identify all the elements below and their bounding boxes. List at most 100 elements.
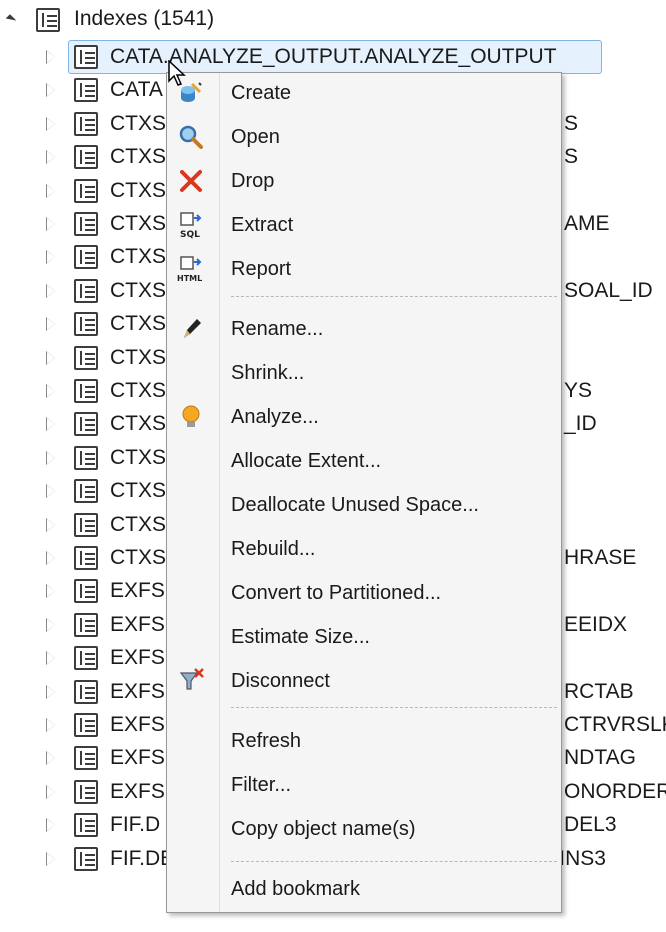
report-html-icon: HTML xyxy=(177,255,205,283)
menu-item-rebuild[interactable]: Rebuild... xyxy=(167,529,561,569)
extract-sql-icon: SQL xyxy=(177,211,205,239)
expand-arrow-icon[interactable] xyxy=(46,584,55,598)
expand-arrow-icon[interactable] xyxy=(46,284,55,298)
tree-row-label: CTXS xyxy=(110,346,167,369)
index-icon xyxy=(74,179,98,203)
expand-arrow-icon[interactable] xyxy=(46,751,55,765)
expand-arrow-icon[interactable] xyxy=(46,718,55,732)
index-icon xyxy=(74,379,98,403)
tree-row-label: CTXS xyxy=(110,245,167,268)
index-icon xyxy=(74,346,98,370)
menu-item-copy-object-name-s[interactable]: Copy object name(s) xyxy=(167,809,561,849)
tree-row-label: FIF.D xyxy=(110,813,161,836)
expand-arrow-icon[interactable] xyxy=(46,451,55,465)
context-menu: Create Open Drop SQL Extract HTML Report Rename… xyxy=(166,72,562,913)
menu-item-create[interactable]: Create xyxy=(167,73,561,113)
tree-row-label: CTXS xyxy=(110,145,167,168)
expand-arrow-icon[interactable] xyxy=(46,651,55,665)
menu-item-label: Open xyxy=(231,125,280,148)
index-icon xyxy=(74,746,98,770)
tree-row-label-tail: EEIDX xyxy=(564,613,628,636)
tree-row-label-tail: YS xyxy=(564,379,593,402)
menu-item-label: Rename... xyxy=(231,317,324,340)
menu-item-label: Refresh xyxy=(231,729,302,752)
tree-row-label-tail: AME xyxy=(564,212,610,235)
menu-item-label: Drop xyxy=(231,169,275,192)
index-icon xyxy=(74,245,98,269)
tree-row-label: CTXS xyxy=(110,212,167,235)
expand-arrow-icon[interactable] xyxy=(46,117,55,131)
expand-arrow-icon[interactable] xyxy=(46,50,55,64)
index-icon xyxy=(74,613,98,637)
index-icon xyxy=(74,446,98,470)
menu-item-label: Shrink... xyxy=(231,361,305,384)
menu-item-filter[interactable]: Filter... xyxy=(167,765,561,805)
index-icon xyxy=(74,312,98,336)
tree-row[interactable]: CATA.ANALYZE_OUTPUT.ANALYZE_OUTPUT xyxy=(0,40,666,74)
menu-item-drop[interactable]: Drop xyxy=(167,161,561,201)
expand-arrow-icon[interactable] xyxy=(46,217,55,231)
expand-arrow-icon[interactable] xyxy=(46,184,55,198)
menu-item-deallocate-unused-space[interactable]: Deallocate Unused Space... xyxy=(167,485,561,525)
tree-row-label: CATA xyxy=(110,78,163,101)
tree-row-label: CTXS xyxy=(110,279,167,302)
tree-root-indexes[interactable]: Indexes (1541) xyxy=(0,3,300,37)
menu-item-rename[interactable]: Rename... xyxy=(167,309,561,349)
index-icon xyxy=(74,847,98,871)
menu-item-label: Extract xyxy=(231,213,294,236)
tree-row-label-tail: S xyxy=(564,145,579,168)
menu-item-label: Filter... xyxy=(231,773,292,796)
index-icon xyxy=(74,145,98,169)
tree-row-label-tail: S xyxy=(564,112,579,135)
menu-item-extract[interactable]: SQL Extract xyxy=(167,205,561,245)
expand-arrow-icon[interactable] xyxy=(46,551,55,565)
expand-arrow-icon[interactable] xyxy=(46,83,55,97)
expand-arrow-icon[interactable] xyxy=(46,852,55,866)
menu-item-analyze[interactable]: Analyze... xyxy=(167,397,561,437)
menu-item-label: Analyze... xyxy=(231,405,319,428)
expand-arrow-icon[interactable] xyxy=(46,818,55,832)
menu-item-estimate-size[interactable]: Estimate Size... xyxy=(167,617,561,657)
menu-item-shrink[interactable]: Shrink... xyxy=(167,353,561,393)
index-icon xyxy=(74,212,98,236)
expand-arrow-icon[interactable] xyxy=(46,518,55,532)
expand-arrow-icon[interactable] xyxy=(46,417,55,431)
menu-item-add-bookmark[interactable]: Add bookmark xyxy=(167,869,561,909)
expand-arrow-icon[interactable] xyxy=(46,351,55,365)
tree-row-label-tail: HRASE xyxy=(564,546,637,569)
menu-item-open[interactable]: Open xyxy=(167,117,561,157)
menu-item-refresh[interactable]: Refresh xyxy=(167,721,561,761)
expand-arrow-icon[interactable] xyxy=(46,317,55,331)
index-icon xyxy=(74,579,98,603)
menu-item-label: Allocate Extent... xyxy=(231,449,382,472)
menu-item-convert-to-partitioned[interactable]: Convert to Partitioned... xyxy=(167,573,561,613)
tree-row-label: EXFS xyxy=(110,613,165,636)
menu-item-allocate-extent[interactable]: Allocate Extent... xyxy=(167,441,561,481)
pencil-icon xyxy=(177,315,205,343)
menu-item-label: Add bookmark xyxy=(231,877,360,900)
index-icon xyxy=(74,813,98,837)
expand-arrow-icon[interactable] xyxy=(46,785,55,799)
menu-item-label: Convert to Partitioned... xyxy=(231,581,442,604)
menu-separator xyxy=(231,707,557,708)
expand-arrow-icon[interactable] xyxy=(46,250,55,264)
disconnect-icon xyxy=(177,667,205,695)
collapse-arrow-icon[interactable] xyxy=(5,14,17,25)
menu-item-report[interactable]: HTML Report xyxy=(167,249,561,289)
tree-row-label: CTXS xyxy=(110,379,167,402)
tree-row-label-tail: SOAL_ID xyxy=(564,279,653,302)
expand-arrow-icon[interactable] xyxy=(46,150,55,164)
menu-item-disconnect[interactable]: Disconnect xyxy=(167,661,561,701)
tree-row-label: CTXS xyxy=(110,513,167,536)
index-icon xyxy=(74,279,98,303)
index-icon xyxy=(74,546,98,570)
expand-arrow-icon[interactable] xyxy=(46,685,55,699)
tree-row-label: EXFS xyxy=(110,579,165,602)
index-icon xyxy=(74,646,98,670)
expand-arrow-icon[interactable] xyxy=(46,484,55,498)
index-icon xyxy=(74,78,98,102)
expand-arrow-icon[interactable] xyxy=(46,618,55,632)
expand-arrow-icon[interactable] xyxy=(46,384,55,398)
tree-row-label-tail: DEL3 xyxy=(564,813,617,836)
svg-text:HTML: HTML xyxy=(177,274,202,283)
